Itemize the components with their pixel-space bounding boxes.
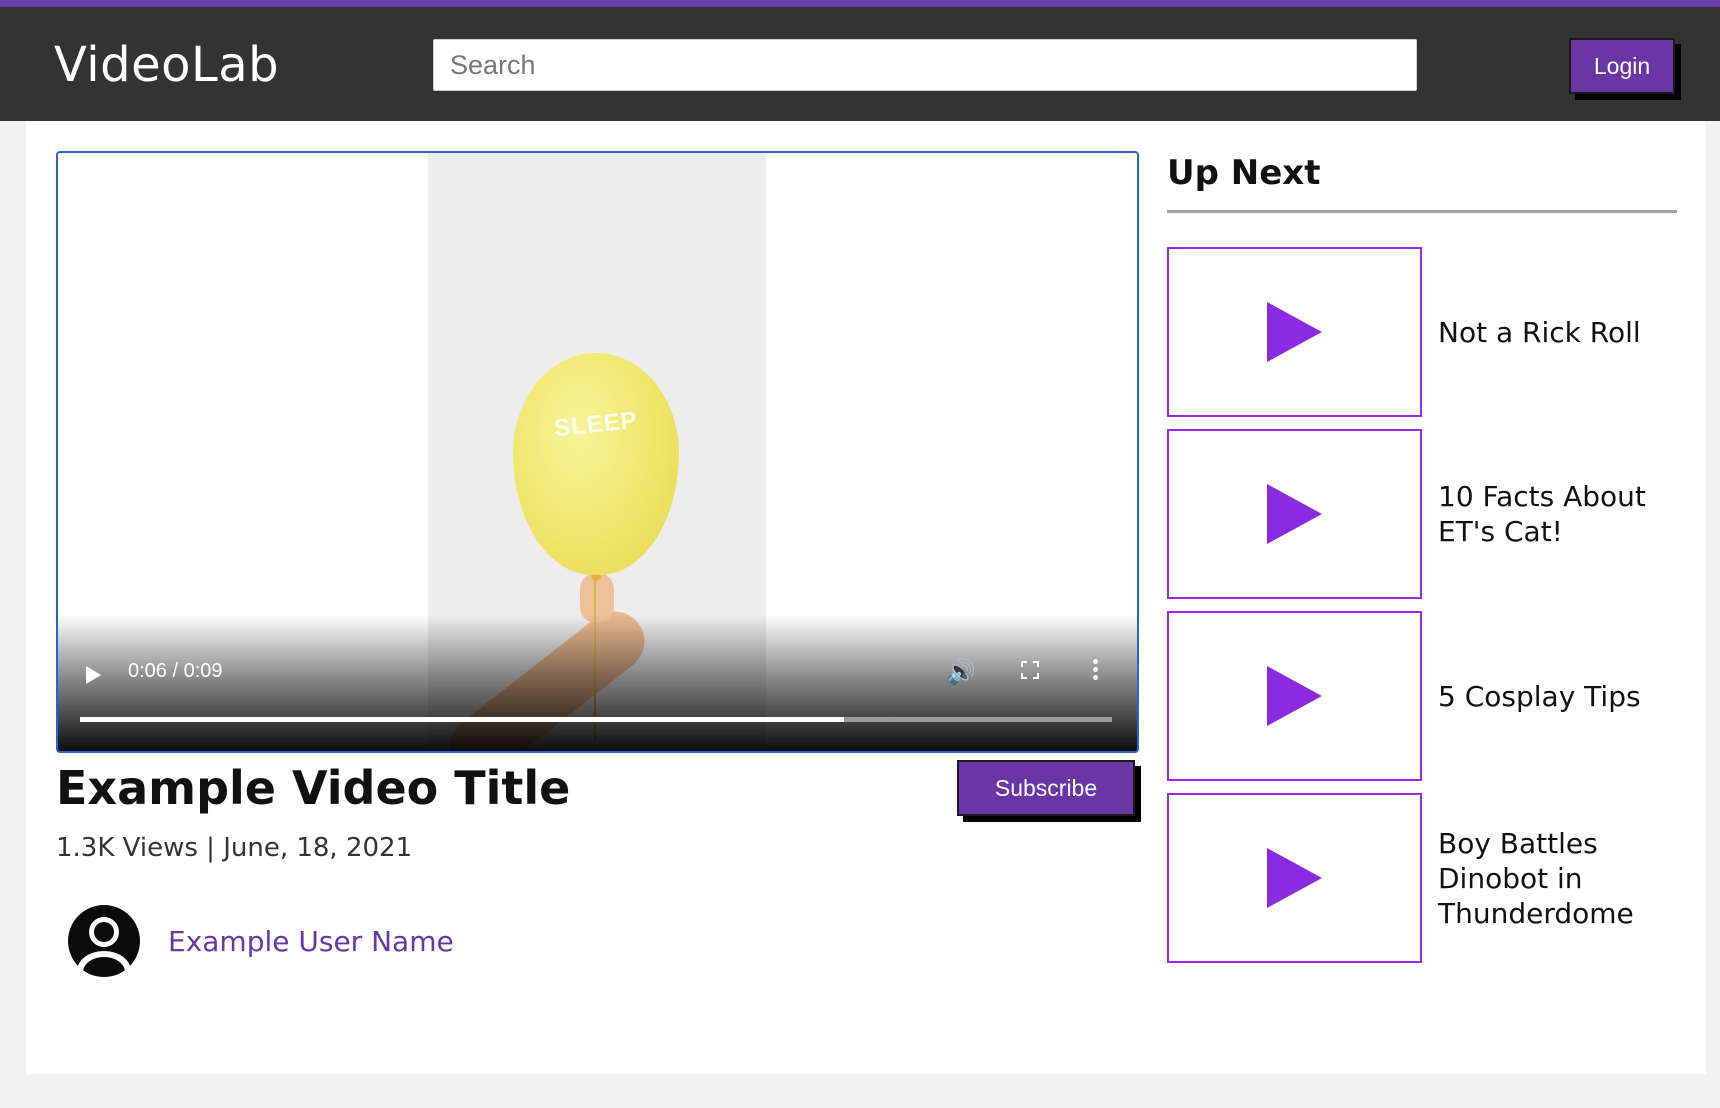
- time-display: 0:06 / 0:09: [128, 660, 223, 682]
- video-player[interactable]: SLEEP 0:06 / 0:09 🔊: [56, 151, 1139, 753]
- subscribe-button[interactable]: Subscribe: [957, 760, 1135, 816]
- video-thumbnail[interactable]: [1167, 429, 1422, 599]
- play-icon: [1267, 484, 1322, 544]
- up-next-item[interactable]: 5 Cosplay Tips: [1167, 611, 1677, 781]
- play-icon: [1267, 848, 1322, 908]
- up-next-item[interactable]: 10 Facts About ET's Cat!: [1167, 429, 1677, 599]
- up-next-heading: Up Next: [1167, 153, 1321, 193]
- up-next-item[interactable]: Boy Battles Dinobot in Thunderdome: [1167, 793, 1677, 963]
- play-icon: [1267, 666, 1322, 726]
- search-input[interactable]: [433, 39, 1417, 91]
- user-avatar-icon[interactable]: [68, 905, 140, 977]
- top-bar: VideoLab Login: [0, 0, 1720, 121]
- play-icon[interactable]: [86, 666, 101, 684]
- up-next-title[interactable]: Boy Battles Dinobot in Thunderdome: [1438, 793, 1668, 963]
- username-link[interactable]: Example User Name: [168, 925, 454, 958]
- site-logo[interactable]: VideoLab: [54, 37, 279, 93]
- video-thumbnail[interactable]: [1167, 793, 1422, 963]
- video-thumbnail[interactable]: [1167, 611, 1422, 781]
- video-meta: 1.3K Views | June, 18, 2021: [56, 833, 413, 863]
- up-next-item[interactable]: Not a Rick Roll: [1167, 247, 1677, 417]
- main-panel: SLEEP 0:06 / 0:09 🔊 Example Video Title …: [26, 121, 1706, 1074]
- up-next-title[interactable]: Not a Rick Roll: [1438, 247, 1668, 417]
- fullscreen-icon[interactable]: [1021, 661, 1039, 679]
- progress-bar[interactable]: [80, 717, 1112, 722]
- up-next-title[interactable]: 10 Facts About ET's Cat!: [1438, 429, 1668, 599]
- up-next-divider: [1167, 210, 1677, 213]
- more-options-icon[interactable]: [1093, 659, 1099, 681]
- volume-icon[interactable]: 🔊: [946, 658, 976, 686]
- login-button[interactable]: Login: [1569, 38, 1675, 94]
- progress-fill: [80, 717, 844, 722]
- balloon: SLEEP: [513, 353, 679, 575]
- up-next-title[interactable]: 5 Cosplay Tips: [1438, 611, 1668, 781]
- play-icon: [1267, 302, 1322, 362]
- balloon-text: SLEEP: [552, 406, 639, 443]
- video-title: Example Video Title: [56, 761, 571, 815]
- video-thumbnail[interactable]: [1167, 247, 1422, 417]
